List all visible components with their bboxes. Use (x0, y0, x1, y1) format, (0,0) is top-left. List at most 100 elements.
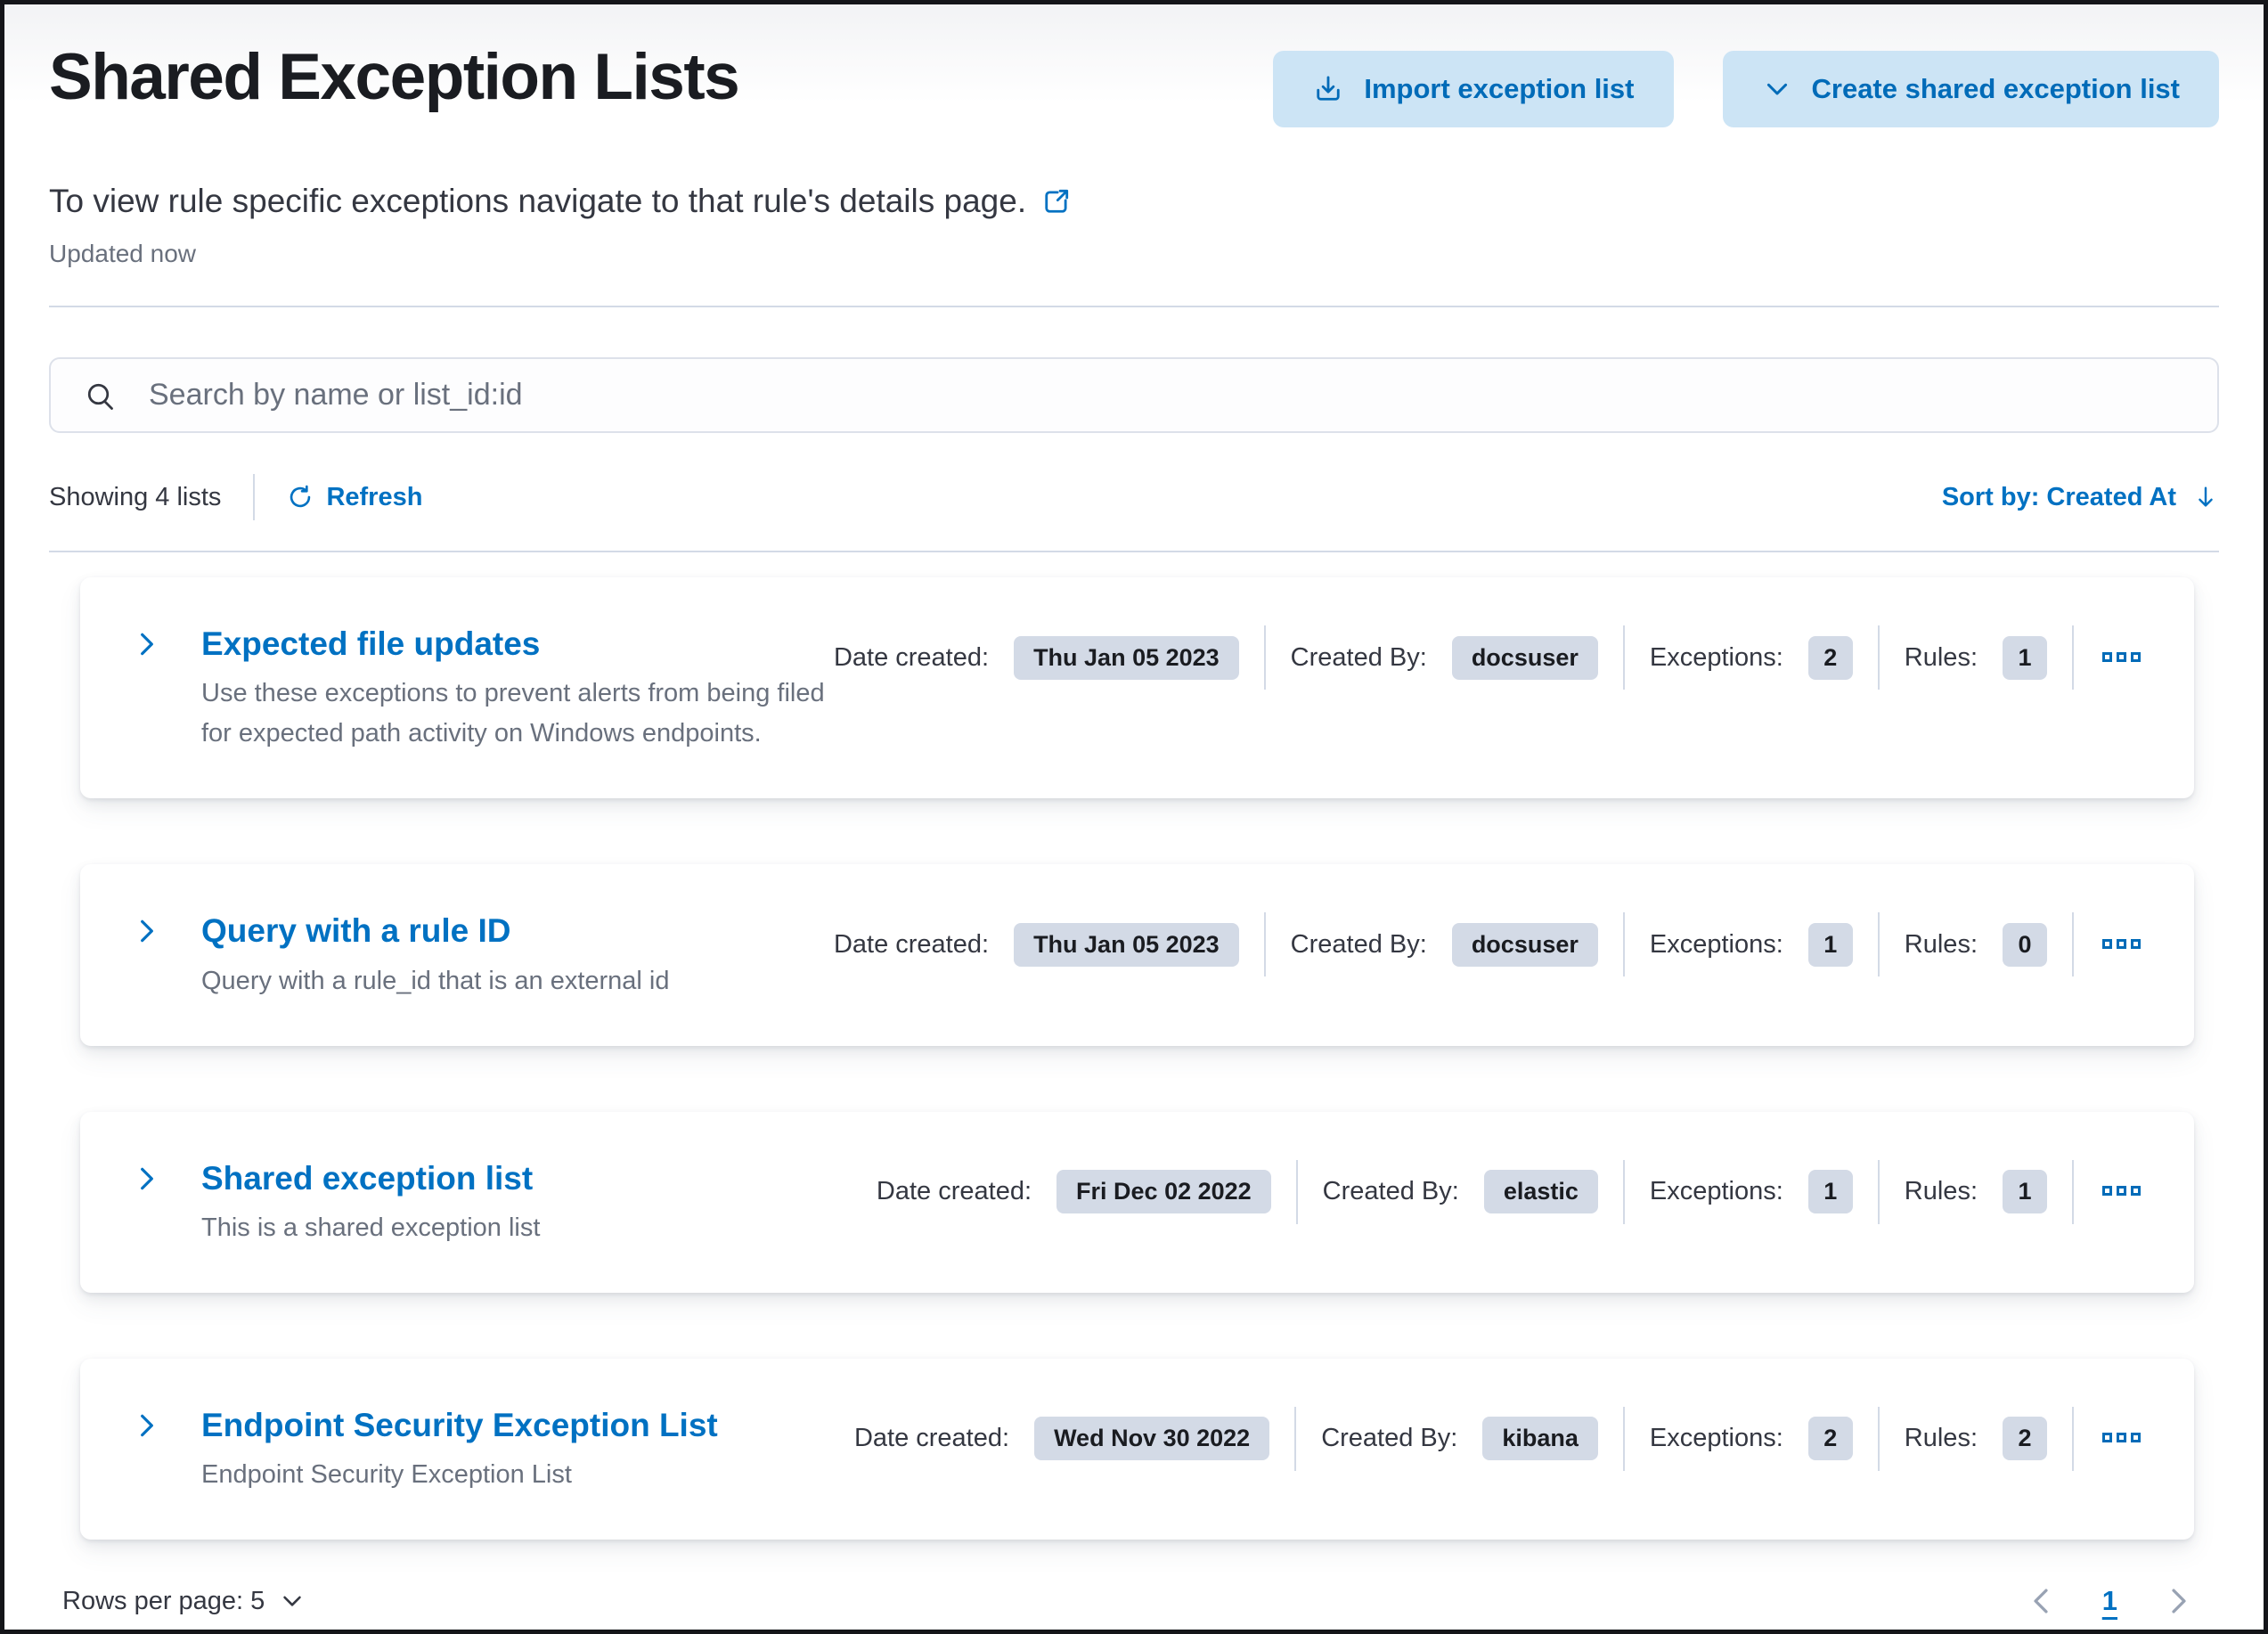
exception-list-card: Expected file updates Use these exceptio… (80, 577, 2194, 799)
chevron-right-icon (2172, 1589, 2186, 1614)
page-header: Shared Exception Lists Import exception … (49, 41, 2219, 127)
exception-list-meta: Date created: Thu Jan 05 2023 Created By… (833, 912, 2144, 977)
actions-menu-button[interactable] (2099, 1423, 2144, 1454)
meta-divider (1877, 1159, 1880, 1224)
meta-divider (1622, 1159, 1625, 1224)
meta-divider (1263, 625, 1266, 690)
exceptions-label: Exceptions: (1649, 1177, 1783, 1205)
boxes-horizontal-icon (2102, 1433, 2141, 1443)
rules-label: Rules: (1904, 1424, 1978, 1453)
import-icon (1317, 76, 1340, 101)
created-by-label: Created By: (1290, 642, 1427, 672)
exception-list-name-link[interactable]: Expected file updates (201, 624, 540, 665)
date-created-label: Date created: (833, 642, 990, 672)
import-exception-list-button[interactable]: Import exception list (1273, 51, 1674, 127)
chevron-right-icon (141, 1414, 153, 1436)
page-title: Shared Exception Lists (49, 41, 740, 113)
created-by-badge: kibana (1482, 1417, 1598, 1461)
exception-list-description: Query with a rule_id that is an external… (201, 966, 670, 995)
exception-list-description: Endpoint Security Exception List (201, 1460, 572, 1489)
exceptions-label: Exceptions: (1649, 929, 1783, 959)
meta-divider (2072, 1159, 2074, 1224)
external-link-icon[interactable] (1040, 185, 1073, 217)
date-created-badge: Thu Jan 05 2023 (1014, 635, 1239, 680)
rows-per-page-button[interactable]: Rows per page: 5 (62, 1587, 306, 1616)
rules-label: Rules: (1904, 1177, 1978, 1205)
create-button-label: Create shared exception list (1811, 73, 2181, 104)
exception-list-card: Query with a rule ID Query with a rule_i… (80, 864, 2194, 1046)
actions-menu-button[interactable] (2099, 929, 2144, 960)
chevron-down-icon (1766, 83, 1787, 95)
date-created-label: Date created: (833, 929, 990, 959)
rules-count-badge: 1 (2003, 635, 2047, 680)
create-shared-exception-list-button[interactable]: Create shared exception list (1722, 51, 2219, 127)
chevron-down-icon (283, 1596, 302, 1606)
meta-divider (1294, 1406, 1297, 1471)
rules-label: Rules: (1904, 929, 1978, 959)
chevron-right-icon (141, 633, 153, 656)
exceptions-label: Exceptions: (1649, 642, 1783, 672)
actions-menu-button[interactable] (2099, 1176, 2144, 1207)
exception-list-meta: Date created: Wed Nov 30 2022 Created By… (854, 1406, 2144, 1471)
search-input[interactable] (49, 357, 2219, 433)
expand-list-button[interactable] (132, 629, 162, 662)
exception-list-meta: Date created: Thu Jan 05 2023 Created By… (834, 625, 2144, 690)
meta-divider (1622, 625, 1625, 690)
created-by-badge: docsuser (1451, 635, 1598, 680)
exceptions-label: Exceptions: (1649, 1424, 1783, 1453)
created-by-label: Created By: (1322, 1177, 1459, 1205)
previous-page-button[interactable] (2019, 1579, 2063, 1623)
date-created-badge: Thu Jan 05 2023 (1014, 922, 1239, 967)
exception-list-name-link[interactable]: Endpoint Security Exception List (201, 1405, 718, 1446)
exceptions-count-badge: 1 (1807, 922, 1853, 967)
rules-label: Rules: (1904, 642, 1978, 672)
meta-divider (1263, 912, 1266, 977)
page-subtitle-row: To view rule specific exceptions navigat… (49, 183, 2219, 220)
list-toolbar: Showing 4 lists Refresh Sort by: Created… (49, 474, 2219, 520)
exceptions-count-badge: 2 (1807, 635, 1853, 680)
actions-menu-button[interactable] (2099, 642, 2144, 674)
pagination: 1 (2019, 1579, 2201, 1623)
exception-list-description: Use these exceptions to prevent alerts f… (201, 679, 825, 748)
refresh-icon (290, 485, 311, 508)
showing-count-text: Showing 4 lists (49, 482, 222, 511)
created-by-badge: elastic (1483, 1170, 1598, 1213)
exception-lists: Expected file updates Use these exceptio… (80, 577, 2194, 1540)
boxes-horizontal-icon (2102, 651, 2141, 662)
sort-by-button[interactable]: Sort by: Created At (1942, 483, 2219, 512)
refresh-button[interactable]: Refresh (287, 483, 422, 512)
date-created-badge: Fri Dec 02 2022 (1056, 1170, 1271, 1213)
created-by-badge: docsuser (1451, 922, 1598, 967)
list-footer: Rows per page: 5 1 (62, 1579, 2201, 1634)
rules-count-badge: 0 (2003, 922, 2047, 967)
rules-count-badge: 2 (2003, 1417, 2047, 1461)
exception-list-meta: Date created: Fri Dec 02 2022 Created By… (876, 1159, 2144, 1224)
rules-count-badge: 1 (2003, 1170, 2047, 1213)
search-bar (49, 357, 2219, 433)
meta-divider (1295, 1159, 1298, 1224)
expand-list-button[interactable] (132, 916, 162, 949)
meta-divider (1622, 912, 1625, 977)
exceptions-count-badge: 1 (1807, 1170, 1853, 1213)
exception-list-description: This is a shared exception list (201, 1213, 541, 1242)
page-number-1[interactable]: 1 (2102, 1585, 2117, 1617)
created-by-label: Created By: (1290, 929, 1427, 959)
exception-list-name-link[interactable]: Shared exception list (201, 1158, 533, 1199)
date-created-label: Date created: (876, 1177, 1032, 1205)
header-divider (49, 306, 2219, 307)
updated-status: Updated now (49, 240, 197, 267)
expand-list-button[interactable] (132, 1410, 162, 1443)
exception-list-card: Endpoint Security Exception List Endpoin… (80, 1358, 2194, 1540)
exception-list-name-link[interactable]: Query with a rule ID (201, 911, 510, 952)
date-created-badge: Wed Nov 30 2022 (1034, 1417, 1270, 1461)
refresh-label: Refresh (326, 482, 423, 511)
arrow-down-icon (2199, 486, 2213, 507)
meta-divider (1877, 625, 1880, 690)
boxes-horizontal-icon (2102, 938, 2141, 949)
shared-exception-lists-page: Shared Exception Lists Import exception … (4, 4, 2264, 1630)
chevron-left-icon (2034, 1589, 2048, 1614)
meta-divider (1877, 1406, 1880, 1471)
next-page-button[interactable] (2157, 1579, 2201, 1623)
rows-per-page-label: Rows per page: 5 (62, 1586, 265, 1615)
expand-list-button[interactable] (132, 1164, 162, 1197)
